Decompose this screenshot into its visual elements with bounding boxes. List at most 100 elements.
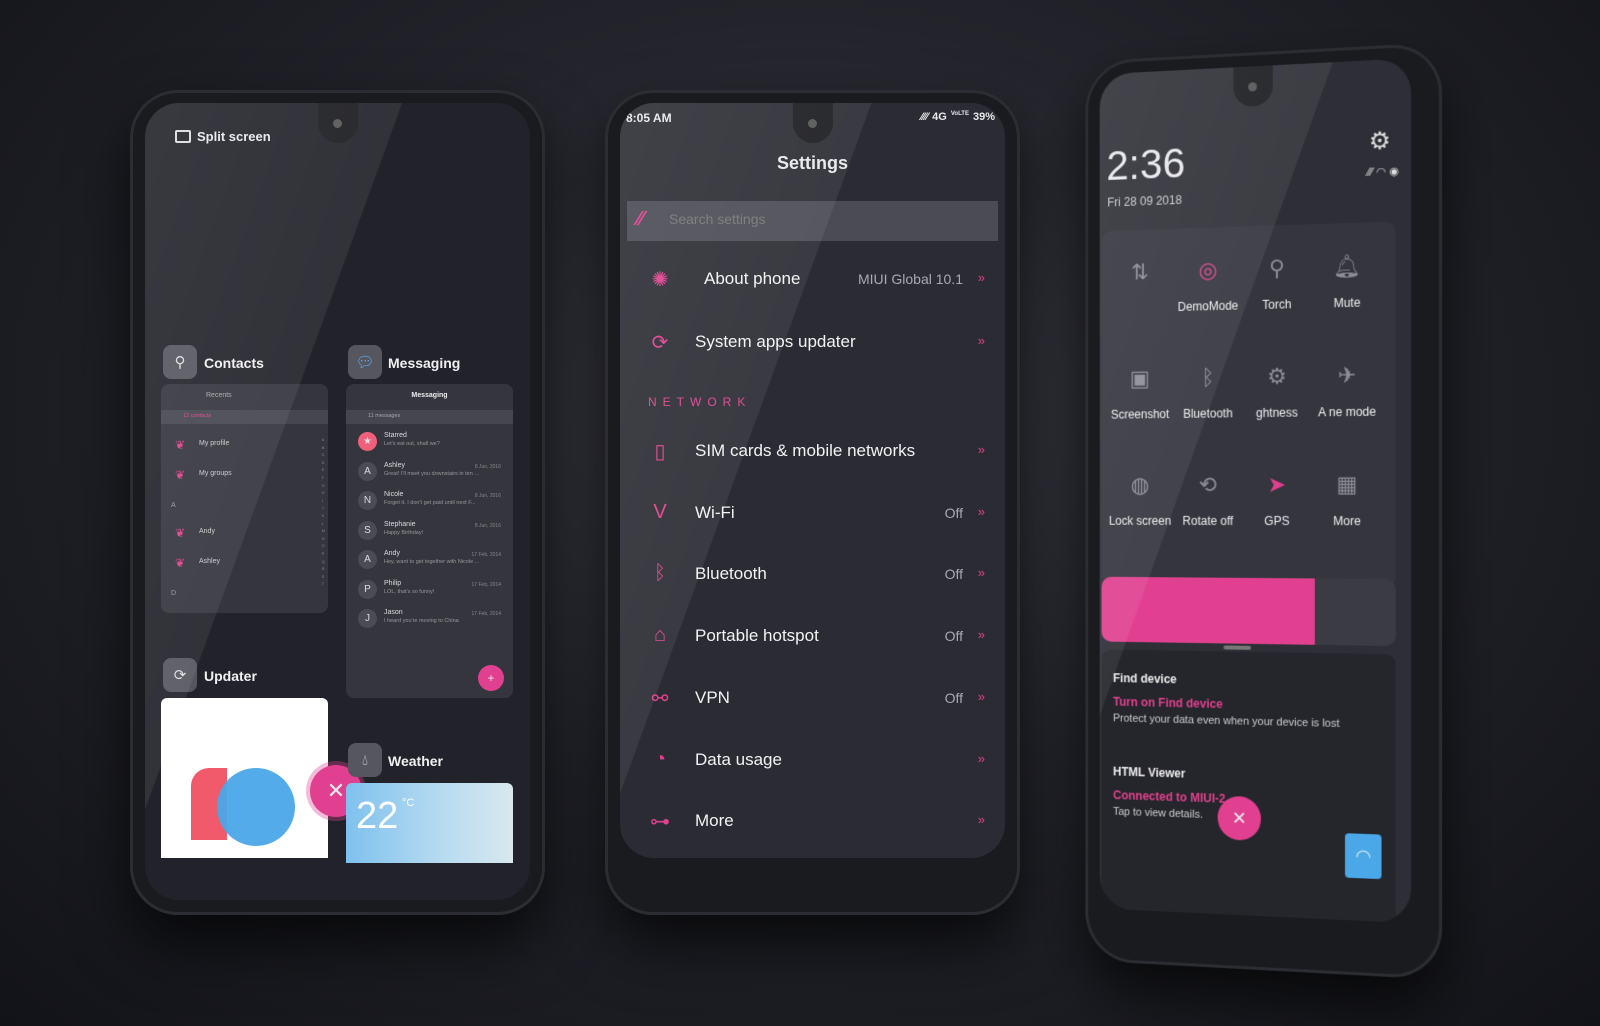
drag-handle[interactable] (1224, 645, 1252, 649)
index-letter[interactable]: H (322, 489, 325, 497)
message-date: 17 Feb, 2014 (472, 611, 501, 617)
contact-avatar-icon: ❦ (175, 526, 185, 540)
index-letter[interactable]: S (322, 573, 325, 581)
index-letter[interactable]: F (322, 474, 325, 482)
contact-item[interactable]: ❦ My groups (161, 466, 328, 494)
index-letter[interactable]: L (322, 520, 325, 528)
settings-row-sim-cards-mobile-networks[interactable]: ▯ SIM cards & mobile networks » (620, 427, 1005, 477)
recents-screen: Split screen ⚲ Contacts Recents 12 conta… (145, 103, 530, 900)
gps-icon: ➤ (1237, 472, 1317, 502)
tile-demo-mode[interactable]: ◎ DemoMode (1169, 256, 1247, 314)
middle-phone: 8:05 AM ⁄⁄⁄⁄ 4G VoLTE 39% Settings ⁄⁄ ✺A… (605, 90, 1020, 915)
message-item[interactable]: S Stephanie Happy Birthday! 8 Jun, 2016 (346, 519, 513, 548)
index-letter[interactable]: I (322, 497, 325, 505)
index-letter[interactable]: N (322, 535, 325, 543)
index-letter[interactable]: M (322, 527, 325, 535)
index-letter[interactable]: R (322, 565, 325, 573)
notification-app: Find device (1113, 671, 1379, 690)
settings-row-about-phone[interactable]: ✺ About phone MIUI Global 10.1 » (620, 255, 1005, 305)
tile-more-grid[interactable]: ▦ More (1307, 471, 1388, 528)
tile-airplane[interactable]: ✈ A ne mode (1307, 362, 1388, 420)
settings-row-portable-hotspot[interactable]: ⌂ Portable hotspot Off » (620, 612, 1005, 662)
chevron-right-icon: » (978, 627, 985, 642)
index-letter[interactable]: A (322, 436, 325, 444)
contact-item[interactable]: ❦ Ashley (161, 554, 328, 582)
index-letter[interactable]: Q (322, 558, 325, 566)
settings-row-data-usage[interactable]: ◔ Data usage » (620, 736, 1005, 786)
settings-row-bluetooth[interactable]: ᛒ Bluetooth Off » (620, 550, 1005, 600)
settings-row-wi-fi[interactable]: V Wi-Fi Off » (620, 489, 1005, 539)
brightness-icon: ⚙ (1237, 363, 1317, 394)
more-grid-icon: ▦ (1307, 471, 1388, 502)
message-date: 8 Jun, 2016 (475, 464, 501, 470)
settings-row-more[interactable]: ⊶ More » (620, 797, 1005, 847)
notification[interactable]: Find device Turn on Find device Protect yo… (1113, 671, 1379, 731)
updater-card[interactable] (161, 698, 328, 858)
index-letter[interactable]: O (322, 542, 325, 550)
tile-brightness[interactable]: ⚙ ghtness (1237, 363, 1317, 420)
index-letter[interactable]: B (322, 444, 325, 452)
tile-gps[interactable]: ➤ GPS (1237, 472, 1317, 528)
messaging-title: Messaging (388, 355, 460, 371)
contacts-card[interactable]: Recents 12 contacts ❦ My profile ❦ My group… (161, 384, 328, 613)
row-label: More (695, 811, 734, 831)
contacts-icon: ⚲ (163, 345, 197, 379)
message-preview: Let's eat out, shall we? (384, 441, 440, 447)
contact-item[interactable]: ❦ My profile (161, 436, 328, 464)
wifi-tile-icon[interactable]: ◠ (1345, 833, 1382, 879)
tile-label: More (1307, 514, 1388, 528)
settings-row-vpn[interactable]: ⚯ VPN Off » (620, 674, 1005, 724)
messaging-card[interactable]: Messaging 11 messages ★ Starred Let's eat … (346, 384, 513, 698)
index-letter[interactable]: C (322, 451, 325, 459)
index-letter[interactable]: D (322, 459, 325, 467)
chevron-right-icon: » (978, 689, 985, 704)
vpn-icon: ⚯ (648, 686, 672, 711)
tile-label: Screenshot (1102, 407, 1179, 422)
message-date: 17 Feb, 2014 (472, 582, 501, 588)
notification-app: HTML Viewer (1113, 765, 1379, 787)
notification-title: Turn on Find device (1113, 695, 1379, 715)
message-sender: Starred (384, 432, 407, 439)
split-screen-button[interactable]: Split screen (175, 129, 271, 144)
settings-gear-icon[interactable]: ⚙ (1369, 126, 1391, 156)
contact-item[interactable]: ❦ Andy (161, 524, 328, 552)
index-letter[interactable]: K (322, 512, 325, 520)
row-value: Off (945, 628, 963, 644)
split-screen-icon (175, 130, 191, 143)
system-apps-updater-icon: ⟳ (648, 330, 672, 355)
message-preview: I heard you're moving to China (384, 618, 459, 624)
index-letter[interactable]: E (322, 466, 325, 474)
clear-notifications-button[interactable]: ✕ (1218, 796, 1261, 841)
chevron-right-icon: » (978, 812, 985, 827)
tile-torch[interactable]: ⚲ Torch (1237, 254, 1317, 312)
index-letter[interactable]: P (322, 550, 325, 558)
message-item[interactable]: N Nicole Forget it. I don't get paid until… (346, 489, 513, 518)
tile-screenshot[interactable]: ▣ Screenshot (1102, 365, 1179, 421)
contacts-title: Contacts (204, 355, 264, 371)
message-item[interactable]: P Philip LOL, that's so funny! 17 Feb, 2014 (346, 578, 513, 607)
data-usage-icon: ◔ (648, 748, 672, 771)
tile-bluetooth[interactable]: ᛒ Bluetooth (1169, 364, 1247, 421)
about-phone-icon: ✺ (648, 267, 672, 292)
more-icon: ⊶ (648, 809, 672, 834)
message-item[interactable]: A Ashley Great! I'll meet you downstairs i… (346, 460, 513, 489)
message-item[interactable]: ★ Starred Let's eat out, shall we? (346, 430, 513, 459)
tile-lock-screen[interactable]: ◍ Lock screen (1102, 472, 1179, 527)
index-letter[interactable]: J (322, 504, 325, 512)
message-item[interactable]: A Andy Hey, want to get together with Nico… (346, 548, 513, 577)
row-value: MIUI Global 10.1 (858, 271, 963, 287)
weather-card[interactable]: 22 °C (346, 783, 513, 863)
compose-fab[interactable]: + (478, 665, 504, 691)
search-bar[interactable]: ⁄⁄ (627, 201, 998, 241)
search-input[interactable] (669, 211, 969, 227)
tile-mute[interactable]: 🔔︎ Mute (1307, 252, 1388, 311)
index-letter[interactable]: T (322, 580, 325, 588)
message-item[interactable]: J Jason I heard you're moving to China 17 F… (346, 607, 513, 636)
settings-row-system-apps-updater[interactable]: ⟳ System apps updater » (620, 318, 1005, 368)
tile-rotate[interactable]: ⟲ Rotate off (1169, 472, 1247, 528)
message-preview: Forget it. I don't get paid until next F… (384, 500, 476, 506)
tile-mobile-data[interactable]: ⇅ (1102, 258, 1179, 302)
brightness-slider[interactable] (1102, 577, 1396, 646)
rotate-icon: ⟲ (1169, 472, 1247, 502)
index-letter[interactable]: G (322, 482, 325, 490)
